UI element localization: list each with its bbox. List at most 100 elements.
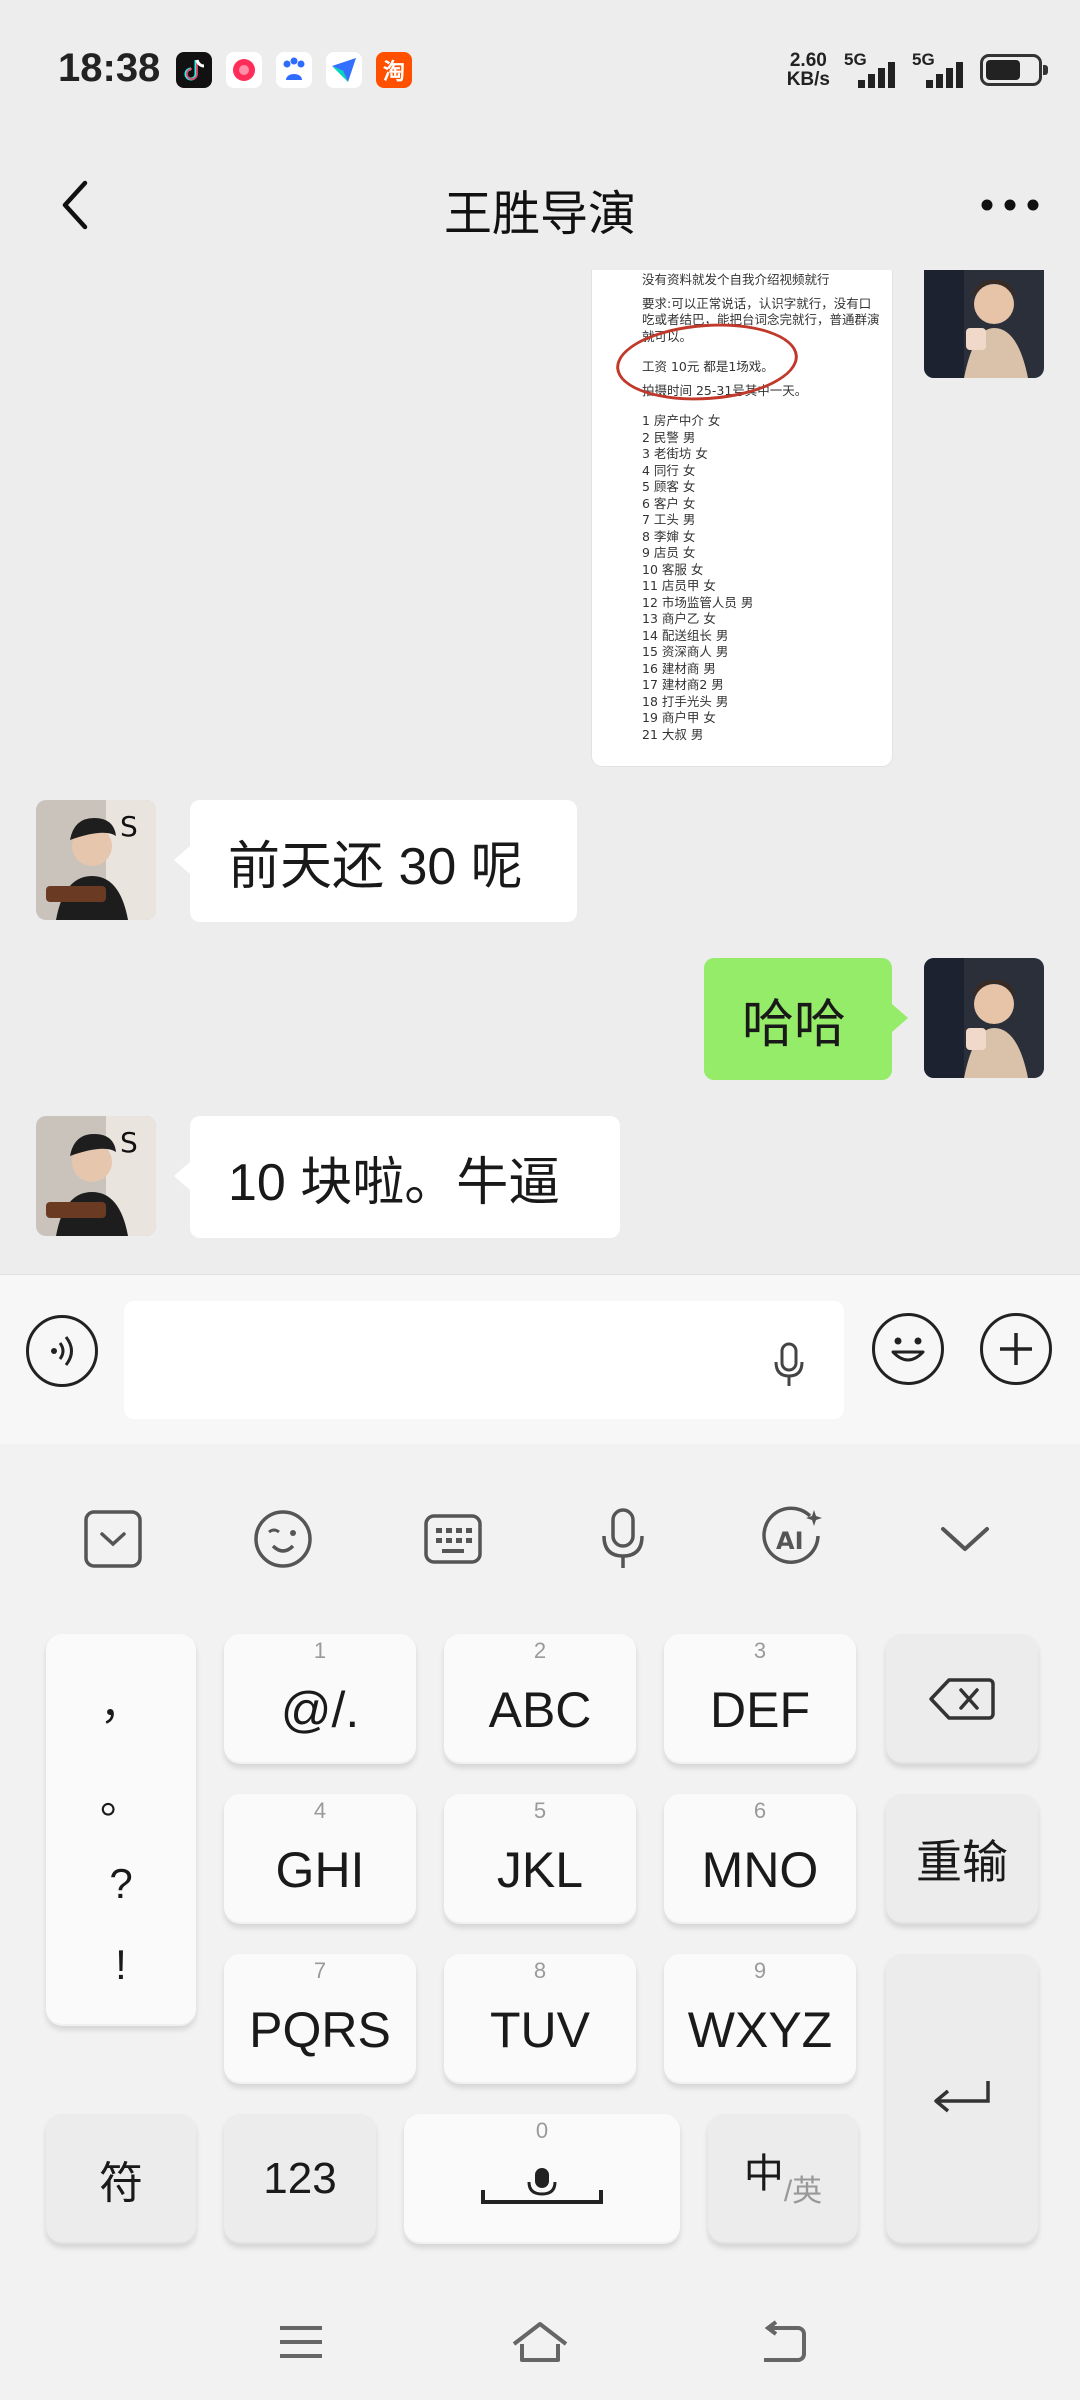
hide-keyboard-button[interactable] <box>930 1504 1000 1574</box>
signal-icon: 5G <box>912 50 966 90</box>
system-navigation <box>0 2290 1080 2400</box>
key-8[interactable]: 8 TUV <box>444 1954 636 2084</box>
key-1[interactable]: 1 @/. <box>224 1634 416 1764</box>
language-switch-key[interactable]: 中 /英 <box>708 2114 858 2244</box>
voice-toggle-button[interactable] <box>26 1315 98 1387</box>
key-4[interactable]: 4 GHI <box>224 1794 416 1924</box>
numbers-key[interactable]: 123 <box>224 2114 376 2244</box>
key-label: TUV <box>490 2002 590 2058</box>
status-right: 2.60 KB/s 5G 5G <box>787 50 1048 90</box>
chevron-down-icon <box>941 1527 989 1551</box>
role-line: 13 商户乙 女 <box>642 611 716 626</box>
svg-text:AI: AI <box>776 1527 804 1555</box>
key-number: 2 <box>533 1638 547 1663</box>
home-button[interactable] <box>505 2312 575 2372</box>
signal-label: 5G <box>844 50 867 69</box>
voice-input-button[interactable] <box>588 1504 658 1574</box>
status-bar: 18:38 淘 2.60 KB/s 5G 5G <box>0 0 1080 140</box>
contact-avatar[interactable]: S <box>36 800 156 920</box>
voice-wave-icon <box>51 1336 73 1366</box>
key-label: WXYZ <box>687 2002 833 2058</box>
key-7[interactable]: 7 PQRS <box>224 1954 416 2084</box>
backspace-key[interactable] <box>886 1634 1038 1764</box>
key-label: PQRS <box>249 2002 391 2058</box>
key-2[interactable]: 2 ABC <box>444 1634 636 1764</box>
role-line: 16 建材商 男 <box>642 660 716 676</box>
menu-button[interactable] <box>266 2312 336 2372</box>
message-bubble[interactable]: 哈哈 <box>704 958 908 1080</box>
role-line: 7 工头 男 <box>642 512 696 527</box>
retype-key[interactable]: 重输 <box>886 1794 1038 1924</box>
punctuation-key[interactable]: 。 <box>100 1765 142 1826</box>
enter-key[interactable] <box>886 1954 1038 2244</box>
more-functions-button[interactable] <box>980 1313 1052 1385</box>
language-primary: 中 <box>743 2152 784 2196</box>
key-5[interactable]: 5 JKL <box>444 1794 636 1924</box>
battery-icon <box>980 54 1048 86</box>
ai-assistant-button[interactable]: AI <box>758 1504 828 1574</box>
network-speed-value: 2.60 <box>789 50 827 71</box>
numbers-label: 123 <box>263 2154 337 2203</box>
role-line: 5 顾客 女 <box>642 479 696 494</box>
backspace-icon <box>929 1678 995 1720</box>
collapse-toolbar-button[interactable] <box>78 1504 148 1574</box>
punctuation-key-column[interactable]: ， 。 ? ! <box>46 1634 196 2026</box>
key-number: 0 <box>535 2118 549 2143</box>
emoji-button[interactable] <box>872 1313 944 1385</box>
smiley-icon <box>891 1337 925 1362</box>
key-label: MNO <box>701 1842 819 1898</box>
plus-icon <box>1000 1333 1032 1365</box>
punctuation-key[interactable]: ! <box>115 1941 127 1989</box>
feishu-icon <box>326 52 362 88</box>
role-line: 14 配送组长 男 <box>642 627 729 643</box>
role-line: 15 资深商人 男 <box>642 644 729 659</box>
punctuation-key[interactable]: ， <box>100 1671 142 1732</box>
space-key[interactable]: 0 <box>404 2114 680 2244</box>
role-line: 2 民警 男 <box>642 429 696 445</box>
key-number: 1 <box>313 1638 327 1663</box>
keyboard-toolbar: AI <box>0 1444 1080 1624</box>
role-line: 17 建材商2 男 <box>642 677 724 692</box>
contact-avatar[interactable]: S <box>36 1116 156 1236</box>
more-button[interactable] <box>970 170 1050 240</box>
signal-label: 5G <box>912 50 935 69</box>
space-mic-icon <box>481 2168 603 2204</box>
chat-title: 王胜导演 <box>443 188 636 241</box>
key-label: JKL <box>496 1842 584 1898</box>
system-back-button[interactable] <box>746 2312 816 2372</box>
role-list: 1 房产中介 女2 民警 男3 老街坊 女4 同行 女5 顾客 女6 客户 女7… <box>642 413 892 743</box>
role-line: 21 大叔 男 <box>642 726 704 742</box>
microphone-icon <box>602 1508 644 1568</box>
message-input[interactable] <box>124 1301 844 1419</box>
emoji-keyboard-button[interactable] <box>248 1504 318 1574</box>
key-9[interactable]: 9 WXYZ <box>664 1954 856 2084</box>
my-avatar[interactable] <box>924 958 1044 1078</box>
keyboard: AI ， 。 ? ! 1 @/. 2 ABC 3 DEF 4 GHI 5 JKL 6 MNO… <box>0 1444 1080 2400</box>
role-line: 1 房产中介 女 <box>642 413 721 428</box>
retype-label: 重输 <box>916 1836 1008 1888</box>
role-line: 18 打手光头 男 <box>642 693 729 709</box>
keyboard-icon <box>424 1514 482 1564</box>
keyboard-switch-button[interactable] <box>418 1504 488 1574</box>
image-message[interactable]: 没有资料就发个自我介绍视频就行 要求:可以正常说话，认识字就行，没有口吃或者结巴… <box>592 270 892 766</box>
role-line: 12 市场监管人员 男 <box>642 594 754 610</box>
message-bubble[interactable]: 10 块啦。牛逼 <box>174 1116 620 1238</box>
key-number: 7 <box>313 1958 327 1983</box>
symbols-key[interactable]: 符 <box>46 2114 196 2244</box>
my-avatar[interactable] <box>924 270 1044 378</box>
taobao-icon: 淘 <box>376 52 412 88</box>
key-number: 4 <box>313 1798 327 1823</box>
role-line: 3 老街坊 女 <box>642 446 708 461</box>
punctuation-key[interactable]: ? <box>109 1860 132 1908</box>
input-bar <box>0 1274 1080 1445</box>
key-number: 8 <box>533 1958 547 1983</box>
message-bubble[interactable]: 前天还 30 呢 <box>174 800 577 922</box>
key-6[interactable]: 6 MNO <box>664 1794 856 1924</box>
message-text: 哈哈 <box>742 995 847 1054</box>
message-list[interactable]: 没有资料就发个自我介绍视频就行 要求:可以正常说话，认识字就行，没有口吃或者结巴… <box>0 270 1080 1274</box>
input-mic-button[interactable] <box>764 1335 814 1395</box>
baidu-icon <box>276 52 312 88</box>
language-secondary: /英 <box>783 2175 823 2208</box>
role-line: 4 同行 女 <box>642 462 696 478</box>
key-3[interactable]: 3 DEF <box>664 1634 856 1764</box>
